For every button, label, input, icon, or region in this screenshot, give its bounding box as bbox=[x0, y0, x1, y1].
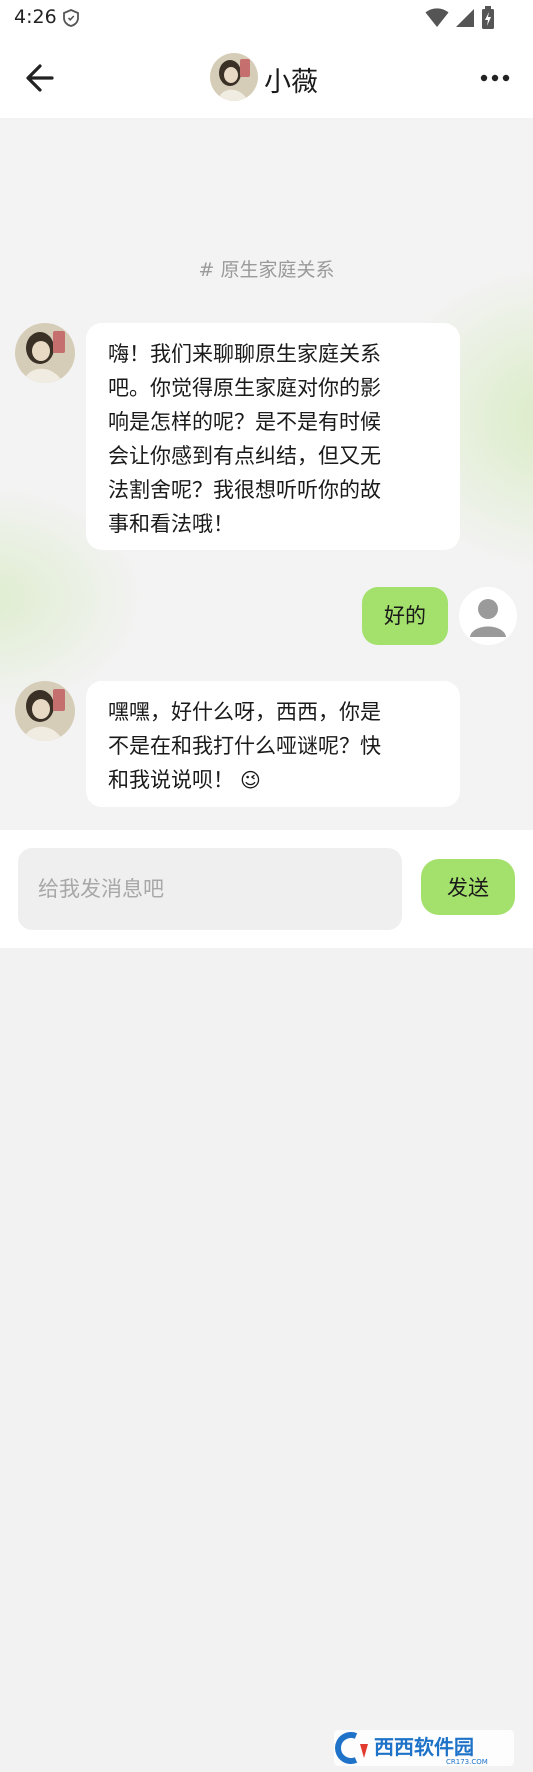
signal-icon bbox=[455, 7, 475, 33]
message-bubble-assistant: 嘿嘿，好什么呀，西西，你是 不是在和我打什么哑谜呢？快 和我说说呗！ 😉 bbox=[86, 681, 460, 807]
message-bubble-user: 好的 bbox=[362, 587, 448, 645]
system-icons bbox=[425, 6, 495, 34]
message-bubble-assistant: 嗨！我们来聊聊原生家庭关系 吧。你觉得原生家庭对你的影 响是怎样的呢？是不是有时… bbox=[86, 323, 460, 550]
assistant-avatar[interactable] bbox=[15, 681, 75, 741]
topic-label: # 原生家庭关系 bbox=[198, 259, 335, 281]
more-horizontal-icon bbox=[480, 74, 510, 82]
watermark-logo: 西西软件园 CR173.COM bbox=[334, 1728, 514, 1768]
avatar-image bbox=[210, 53, 258, 101]
chat-area[interactable]: # 原生家庭关系 嗨！我们来聊聊原生家庭关系 吧。你觉得原生家庭对你的影 响是怎… bbox=[0, 118, 533, 830]
svg-text:西西软件园: 西西软件园 bbox=[374, 1735, 474, 1759]
wifi-icon bbox=[425, 7, 449, 33]
composer-bar: 发送 西西软件园 CR173.COM bbox=[0, 830, 533, 1766]
battery-charging-icon bbox=[481, 6, 495, 34]
avatar-image bbox=[15, 681, 75, 741]
svg-text:CR173.COM: CR173.COM bbox=[446, 1758, 488, 1766]
shield-icon bbox=[63, 9, 79, 31]
more-options-button[interactable] bbox=[477, 60, 513, 96]
arrow-left-icon bbox=[26, 64, 54, 92]
chat-title: 小薇 bbox=[264, 67, 318, 98]
user-avatar[interactable] bbox=[459, 587, 517, 645]
avatar-image bbox=[15, 323, 75, 383]
chat-header: 小薇 bbox=[0, 38, 533, 118]
assistant-avatar[interactable] bbox=[15, 323, 75, 383]
person-icon bbox=[459, 587, 517, 645]
status-time: 4:26 bbox=[14, 6, 57, 28]
message-input[interactable] bbox=[18, 848, 402, 930]
back-button[interactable] bbox=[22, 60, 62, 96]
bottom-edge bbox=[0, 940, 533, 948]
header-avatar[interactable] bbox=[210, 53, 258, 101]
send-button[interactable]: 发送 bbox=[421, 859, 515, 915]
status-bar: 4:26 bbox=[0, 0, 533, 38]
wink-emoji: 😉 bbox=[240, 768, 261, 792]
